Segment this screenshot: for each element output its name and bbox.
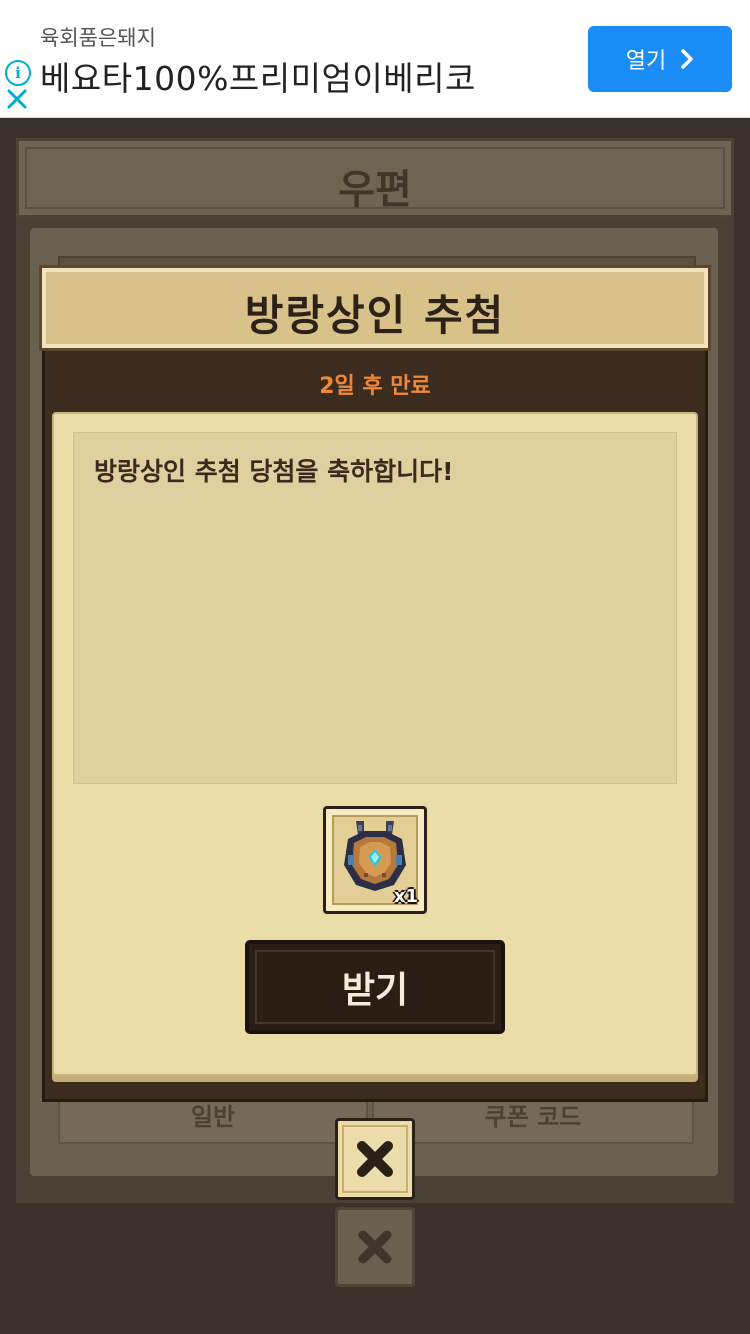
- ad-open-label: 열기: [625, 49, 667, 74]
- close-icon: [357, 1141, 393, 1177]
- ad-banner[interactable]: 육회품은돼지 i 베요타100%프리미엄이베리코 열기: [0, 0, 750, 118]
- info-icon[interactable]: i: [5, 60, 31, 86]
- claim-button[interactable]: 받기: [245, 940, 505, 1034]
- mail-window-header: 우편: [16, 138, 734, 218]
- ad-open-button[interactable]: 열기: [588, 26, 732, 92]
- shield-item-icon: [344, 821, 406, 891]
- chevron-right-icon: [681, 49, 693, 69]
- claim-button-label: 받기: [255, 950, 495, 1024]
- mail-close-button[interactable]: [335, 1207, 415, 1287]
- modal-close-button[interactable]: [335, 1118, 415, 1200]
- reward-item-slot[interactable]: x1: [323, 806, 427, 914]
- modal-header: 방랑상인 추첨: [39, 265, 711, 351]
- ad-subtitle: 육회품은돼지: [40, 26, 156, 50]
- message-text: 방랑상인 추첨 당첨을 축하합니다!: [94, 457, 454, 486]
- ad-title[interactable]: 베요타100%프리미엄이베리코: [40, 52, 476, 100]
- item-count: x1: [393, 886, 418, 907]
- close-icon: [358, 1230, 392, 1264]
- expire-label: 2일 후 만료: [319, 374, 431, 399]
- mail-window-title: 우편: [338, 167, 412, 213]
- close-icon[interactable]: [6, 88, 28, 110]
- modal-title: 방랑상인 추첨: [244, 291, 506, 340]
